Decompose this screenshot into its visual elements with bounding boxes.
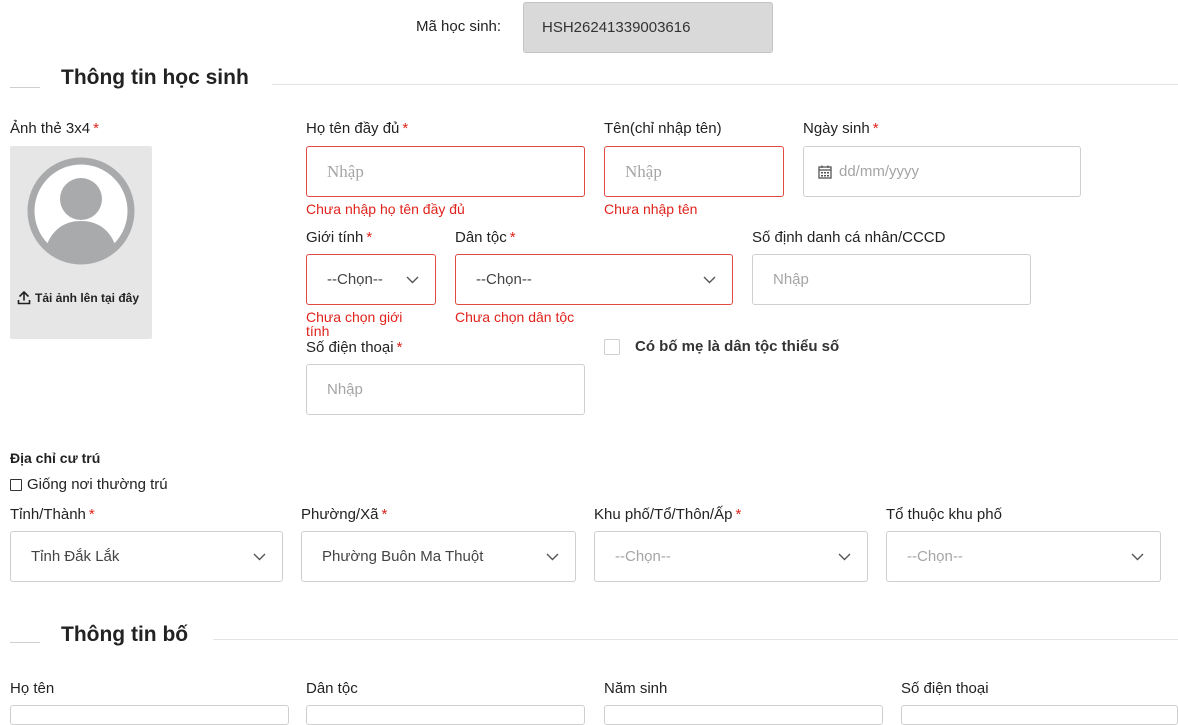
ward-label: Phường/Xã *	[301, 506, 388, 523]
upload-text: Tải ảnh lên tại đây	[35, 291, 140, 305]
province-label: Tỉnh/Thành *	[10, 506, 95, 523]
student-code-value: HSH26241339003616	[542, 19, 691, 36]
chevron-down-icon	[1130, 550, 1144, 564]
student-code-label: Mã học sinh:	[416, 18, 502, 35]
hamlet-select[interactable]: --Chọn--	[594, 531, 868, 582]
student-code-field: HSH26241339003616	[523, 2, 773, 53]
gender-error: Chưa chọn giới tính	[306, 309, 403, 339]
chevron-down-icon	[405, 273, 419, 287]
section-divider	[213, 639, 1178, 640]
ward-select[interactable]: Phường Buôn Ma Thuột	[301, 531, 576, 582]
minority-parent-label: Có bố mẹ là dân tộc thiểu số	[635, 338, 840, 355]
photo-upload-area[interactable]: Tải ảnh lên tại đây	[10, 146, 152, 339]
father-birth-year-label: Năm sinh	[604, 680, 668, 697]
photo-label: Ảnh thẻ 3x4 *	[10, 120, 99, 137]
father-birth-year-input[interactable]	[604, 705, 883, 725]
section-divider	[10, 87, 40, 88]
calendar-icon	[818, 165, 832, 179]
ethnicity-label: Dân tộc *	[455, 229, 516, 246]
section-title-student: Thông tin học sinh	[61, 66, 249, 89]
full-name-label: Họ tên đầy đủ *	[306, 120, 409, 137]
same-as-permanent-option[interactable]: Giống nơi thường trú	[10, 476, 168, 493]
father-phone-label: Số điện thoại	[901, 680, 989, 697]
same-as-permanent-checkbox[interactable]	[10, 478, 22, 491]
section-divider	[272, 84, 1178, 85]
id-number-input[interactable]: Nhập	[752, 254, 1031, 305]
chevron-down-icon	[252, 550, 266, 564]
first-name-label: Tên(chỉ nhập tên)	[604, 120, 722, 137]
ethnicity-error: Chưa chọn dân tộc	[455, 309, 575, 325]
id-number-label: Số định danh cá nhân/CCCD	[752, 229, 946, 246]
chevron-down-icon	[545, 550, 559, 564]
minority-parent-checkbox[interactable]	[604, 338, 620, 355]
gender-label: Giới tính *	[306, 229, 373, 246]
father-ethnicity-label: Dân tộc	[306, 680, 358, 697]
chevron-down-icon	[702, 273, 716, 287]
upload-button[interactable]: Tải ảnh lên tại đây	[17, 291, 139, 305]
phone-input[interactable]: Nhập	[306, 364, 585, 415]
group-label: Tổ thuộc khu phố	[886, 506, 1002, 523]
hamlet-label: Khu phố/Tổ/Thôn/Ấp *	[594, 506, 742, 523]
section-divider	[10, 642, 40, 643]
phone-label: Số điện thoại *	[306, 339, 403, 356]
chevron-down-icon	[837, 550, 851, 564]
group-select[interactable]: --Chọn--	[886, 531, 1161, 582]
father-phone-input[interactable]	[901, 705, 1178, 725]
minority-parent-option[interactable]: Có bố mẹ là dân tộc thiểu số	[604, 338, 839, 355]
birth-date-label: Ngày sinh *	[803, 120, 879, 137]
first-name-error: Chưa nhập tên	[604, 201, 698, 217]
full-name-error: Chưa nhập họ tên đầy đủ	[306, 201, 465, 217]
section-title-father: Thông tin bố	[61, 623, 189, 646]
avatar-placeholder-icon	[27, 157, 135, 265]
father-name-label: Họ tên	[10, 680, 55, 697]
first-name-input[interactable]: Nhập	[604, 146, 784, 197]
upload-icon	[17, 291, 31, 305]
father-name-input[interactable]	[10, 705, 289, 725]
full-name-input[interactable]: Nhập	[306, 146, 585, 197]
same-as-permanent-label: Giống nơi thường trú	[27, 476, 168, 493]
province-select[interactable]: Tỉnh Đắk Lắk	[10, 531, 283, 582]
gender-select[interactable]: --Chọn--	[306, 254, 436, 305]
address-heading: Địa chỉ cư trú	[10, 450, 101, 466]
ethnicity-select[interactable]: --Chọn--	[455, 254, 733, 305]
birth-date-input[interactable]: dd/mm/yyyy	[803, 146, 1081, 197]
father-ethnicity-select[interactable]	[306, 705, 585, 725]
